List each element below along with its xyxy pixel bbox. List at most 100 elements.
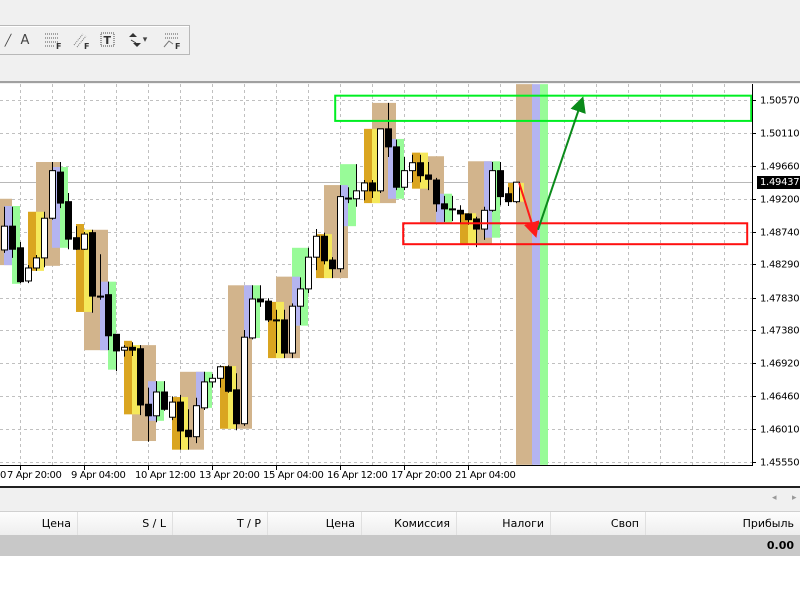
bullish-candle	[217, 366, 224, 379]
bullish-candle	[377, 128, 384, 192]
bullish-candle	[401, 170, 408, 188]
bearish-candle	[385, 128, 392, 148]
time-tick-label: 16 Apr 12:00	[327, 470, 388, 481]
bearish-candle	[105, 294, 112, 337]
bullish-candle	[313, 235, 320, 258]
column-taxes[interactable]: Налоги	[457, 512, 551, 535]
bearish-candle	[345, 197, 352, 200]
bearish-candle	[433, 179, 440, 205]
bullish-candle	[489, 170, 496, 211]
column-profit[interactable]: Прибыль	[646, 512, 800, 535]
bearish-candle	[417, 162, 424, 177]
column-commission[interactable]: Комиссия	[362, 512, 457, 535]
bearish-candle	[233, 389, 240, 425]
bearish-candle	[89, 232, 96, 297]
bearish-candle	[393, 146, 400, 188]
bullish-candle	[153, 391, 160, 417]
bullish-candle	[305, 256, 312, 290]
time-tick-label: 0	[0, 470, 6, 481]
bullish-candle	[297, 288, 304, 307]
trade-table-header: Цена S / L T / P Цена Комиссия Налоги Св…	[0, 511, 800, 536]
bearish-candle	[177, 401, 184, 432]
bullish-candle	[249, 298, 256, 339]
time-tick-label: 15 Apr 04:00	[263, 470, 324, 481]
bullish-candle	[289, 305, 296, 354]
bearish-candle	[225, 366, 232, 392]
price-tick-label: 1.47380	[760, 325, 800, 336]
bullish-candle	[337, 196, 344, 270]
bullish-candle	[1, 225, 8, 251]
bullish-candle	[81, 233, 88, 250]
bullish-candle	[169, 401, 176, 418]
column-swap[interactable]: Своп	[551, 512, 646, 535]
bullish-candle	[201, 381, 208, 409]
session-box-lavender	[532, 84, 540, 465]
bearish-candle	[113, 333, 120, 352]
bearish-candle	[329, 259, 336, 270]
trade-table-body	[0, 556, 800, 600]
bearish-candle	[369, 182, 376, 192]
bullish-candle	[361, 182, 368, 192]
bearish-candle	[449, 208, 456, 211]
bearish-candle	[161, 391, 168, 410]
session-box-orange	[124, 340, 132, 415]
scroll-left-icon[interactable]: ◂	[772, 493, 777, 503]
price-tick-label: 1.50570	[760, 95, 800, 106]
bearish-candle	[281, 319, 288, 354]
total-profit: 0.00	[766, 539, 794, 552]
bullish-candle	[41, 217, 48, 259]
bearish-candle	[97, 295, 104, 298]
column-price-current[interactable]: Цена	[268, 512, 362, 535]
bearish-candle	[145, 403, 152, 417]
bullish-candle	[25, 267, 32, 282]
bearish-candle	[257, 298, 264, 303]
price-tick-label: 1.50110	[760, 128, 800, 139]
scroll-right-icon[interactable]: ▸	[792, 493, 797, 503]
bullish-candle	[193, 405, 200, 438]
time-tick-label: 17 Apr 20:00	[391, 470, 452, 481]
bearish-candle	[185, 429, 192, 438]
price-tick-label: 1.49660	[760, 161, 800, 172]
price-tick-label: 1.47830	[760, 293, 800, 304]
bullish-candle	[353, 190, 360, 200]
bullish-candle	[513, 181, 520, 203]
bearish-candle	[425, 174, 432, 180]
price-tick-label: 1.46460	[760, 391, 800, 402]
time-tick-label: 13 Apr 20:00	[199, 470, 260, 481]
bearish-candle	[273, 319, 280, 322]
bearish-candle	[137, 348, 144, 406]
bearish-candle	[73, 237, 80, 250]
candlestick-chart[interactable]	[0, 0, 800, 490]
bearish-candle	[9, 225, 16, 250]
stop-loss-zone	[402, 222, 749, 246]
session-box-green	[540, 84, 548, 465]
bearish-candle	[321, 235, 328, 262]
price-tick-label: 1.46920	[760, 358, 800, 369]
time-tick-label: 21 Apr 04:00	[455, 470, 516, 481]
session-box-orange	[364, 128, 372, 204]
time-tick-label: 9 Apr 04:00	[71, 470, 126, 481]
price-tick-label: 1.48740	[760, 227, 800, 238]
bearish-candle	[57, 171, 64, 204]
bullish-candle	[33, 257, 40, 269]
column-stop-loss[interactable]: S / L	[78, 512, 173, 535]
time-tick-label: 7 Apr 20:00	[7, 470, 62, 481]
column-price-open[interactable]: Цена	[0, 512, 78, 535]
bullish-candle	[409, 162, 416, 172]
bullish-candle	[209, 377, 216, 383]
bearish-candle	[265, 300, 272, 321]
column-take-profit[interactable]: T / P	[173, 512, 268, 535]
bearish-candle	[17, 247, 24, 283]
current-price-label: 1.49437	[757, 175, 800, 189]
bullish-candle	[241, 336, 248, 425]
price-tick-label: 1.48290	[760, 259, 800, 270]
bullish-candle	[121, 346, 128, 351]
bullish-candle	[481, 209, 488, 230]
bearish-candle	[129, 346, 136, 351]
price-tick-label: 1.49200	[760, 194, 800, 205]
bearish-candle	[465, 213, 472, 221]
chart-scroll-panel: ◂ ▸	[0, 488, 800, 510]
bearish-candle	[497, 170, 504, 198]
bearish-candle	[65, 201, 72, 240]
bearish-candle	[457, 209, 464, 215]
